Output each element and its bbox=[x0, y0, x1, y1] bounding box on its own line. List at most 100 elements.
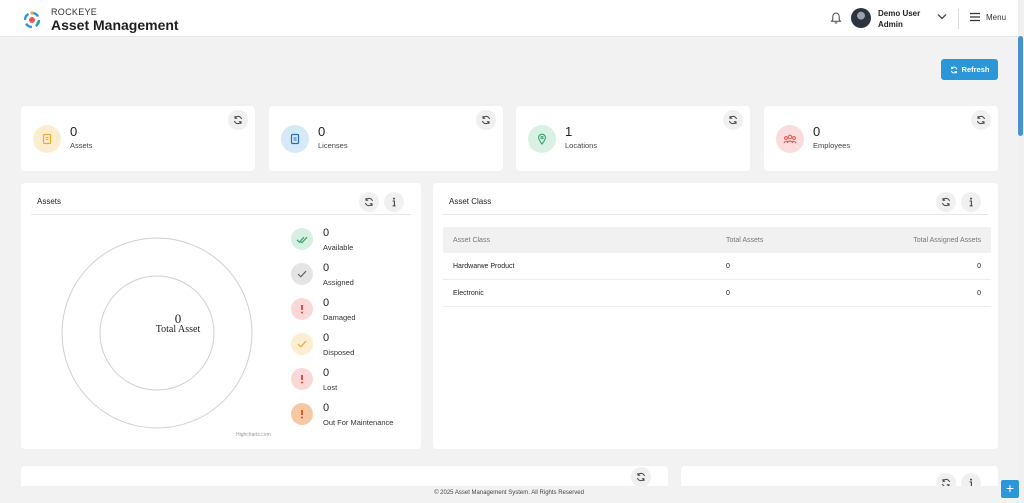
refresh-icon bbox=[942, 197, 950, 207]
refresh-label: Refresh bbox=[961, 65, 990, 74]
reload-button[interactable] bbox=[476, 110, 496, 130]
refresh-button[interactable]: Refresh bbox=[941, 59, 998, 80]
divider bbox=[958, 9, 959, 29]
status-value: 0 bbox=[323, 262, 330, 274]
status-assigned: 0 Assigned bbox=[291, 262, 431, 292]
check-icon bbox=[291, 263, 313, 285]
asset-class-panel: Asset Class Asset Class Total Assets Tot… bbox=[433, 183, 998, 449]
menu-label: Menu bbox=[986, 12, 1007, 22]
brand-title: Asset Management bbox=[51, 17, 179, 33]
cell-asset-class: Electronic bbox=[453, 289, 484, 297]
status-label: Assigned bbox=[323, 278, 354, 287]
status-label: Out For Maintenance bbox=[323, 418, 394, 427]
bell-icon[interactable] bbox=[829, 11, 843, 25]
stat-card-licenses[interactable]: 0 Licenses bbox=[269, 106, 503, 171]
exclamation-icon bbox=[291, 298, 313, 320]
info-button[interactable] bbox=[384, 192, 404, 212]
brand[interactable]: ROCKEYE Asset Management bbox=[22, 7, 179, 33]
menu-button[interactable]: Menu bbox=[969, 12, 1006, 22]
logo-icon bbox=[23, 11, 41, 29]
cell-asset-class: Hardwarwe Product bbox=[453, 262, 515, 270]
cell-total-assigned: 0 bbox=[977, 289, 981, 297]
reload-button[interactable] bbox=[228, 110, 248, 130]
status-disposed: 0 Disposed bbox=[291, 332, 431, 362]
stat-value: 0 bbox=[318, 124, 326, 139]
stat-card-employees[interactable]: 0 Employees bbox=[764, 106, 998, 171]
chevron-down-icon[interactable] bbox=[937, 13, 947, 20]
stat-card-assets[interactable]: 0 Assets bbox=[21, 106, 255, 171]
status-label: Lost bbox=[323, 383, 338, 392]
clipboard-icon bbox=[33, 125, 61, 153]
avatar[interactable] bbox=[851, 8, 871, 28]
brand-top: ROCKEYE bbox=[51, 7, 98, 17]
info-icon bbox=[392, 197, 396, 207]
reload-button[interactable] bbox=[723, 110, 743, 130]
status-value: 0 bbox=[323, 332, 330, 344]
stat-card-locations[interactable]: 1 Locations bbox=[516, 106, 750, 171]
panel-title: Assets bbox=[37, 197, 62, 206]
location-pin-icon bbox=[528, 125, 556, 153]
refresh-icon bbox=[729, 115, 737, 125]
check-icon bbox=[291, 333, 313, 355]
refresh-icon bbox=[365, 197, 373, 207]
column-header[interactable]: Total Assigned Assets bbox=[913, 227, 981, 253]
stat-label: Licenses bbox=[318, 141, 348, 150]
status-value: 0 bbox=[323, 402, 330, 414]
cell-total-assigned: 0 bbox=[977, 262, 981, 270]
table-header: Asset Class Total Assets Total Assigned … bbox=[443, 227, 991, 253]
info-icon bbox=[969, 197, 973, 207]
user-role: Admin bbox=[878, 20, 903, 29]
table-row[interactable]: Electronic 0 0 bbox=[443, 280, 991, 307]
cell-total-assets: 0 bbox=[726, 262, 730, 270]
stat-label: Locations bbox=[565, 141, 598, 150]
reload-button[interactable] bbox=[936, 192, 956, 212]
double-check-icon bbox=[291, 228, 313, 250]
scrollbar-thumb[interactable] bbox=[1018, 36, 1023, 136]
refresh-icon bbox=[977, 115, 985, 125]
stat-value: 0 bbox=[70, 124, 78, 139]
scrollbar[interactable] bbox=[1018, 0, 1024, 503]
info-button[interactable] bbox=[961, 192, 981, 212]
status-label: Disposed bbox=[323, 348, 355, 357]
stat-value: 1 bbox=[565, 124, 573, 139]
status-value: 0 bbox=[323, 297, 330, 309]
table-row[interactable]: Hardwarwe Product 0 0 bbox=[443, 253, 991, 280]
refresh-icon bbox=[234, 115, 242, 125]
stat-label: Assets bbox=[70, 141, 93, 150]
status-value: 0 bbox=[323, 367, 330, 379]
add-button[interactable]: + bbox=[1001, 480, 1019, 498]
assets-panel: Assets 0 Total Asset Highcharts.com 0 Av… bbox=[21, 183, 421, 449]
hamburger-icon bbox=[970, 12, 980, 22]
panel-divider bbox=[443, 214, 988, 215]
footer: © 2025 Asset Management System. All Righ… bbox=[0, 486, 1018, 503]
refresh-icon bbox=[950, 66, 957, 73]
people-icon bbox=[776, 125, 804, 153]
status-lost: 0 Lost bbox=[291, 367, 431, 397]
stat-value: 0 bbox=[813, 124, 821, 139]
license-icon bbox=[281, 125, 309, 153]
top-bar: ROCKEYE Asset Management Demo User Admin… bbox=[0, 0, 1018, 37]
column-header[interactable]: Asset Class bbox=[453, 227, 490, 253]
status-value: 0 bbox=[323, 227, 330, 239]
column-header[interactable]: Total Assets bbox=[726, 227, 763, 253]
exclamation-icon bbox=[291, 403, 313, 425]
stat-label: Employees bbox=[813, 141, 851, 150]
reload-button[interactable] bbox=[631, 467, 651, 487]
status-available: 0 Available bbox=[291, 227, 431, 257]
status-out-for-maintenance: 0 Out For Maintenance bbox=[291, 402, 431, 432]
panel-title: Asset Class bbox=[449, 197, 492, 206]
refresh-icon bbox=[637, 472, 645, 482]
cell-total-assets: 0 bbox=[726, 289, 730, 297]
user-info[interactable]: Demo User Admin bbox=[878, 8, 920, 30]
total-asset-label: Total Asset bbox=[155, 324, 201, 335]
status-damaged: 0 Damaged bbox=[291, 297, 431, 327]
status-label: Available bbox=[323, 243, 354, 252]
panel-divider bbox=[31, 214, 411, 215]
reload-button[interactable] bbox=[359, 192, 379, 212]
exclamation-icon bbox=[291, 368, 313, 390]
chart-credits[interactable]: Highcharts.com bbox=[236, 432, 271, 438]
user-name: Demo User bbox=[878, 9, 921, 18]
status-label: Damaged bbox=[323, 313, 356, 322]
refresh-icon bbox=[482, 115, 490, 125]
reload-button[interactable] bbox=[971, 110, 991, 130]
